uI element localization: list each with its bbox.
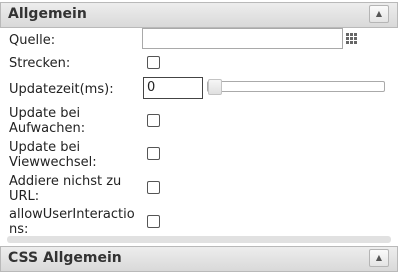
add-nocache-label-line2: URL: — [9, 189, 40, 204]
source-input[interactable] — [142, 28, 343, 49]
source-label: Quelle: — [9, 33, 56, 48]
slider-handle[interactable] — [208, 79, 222, 95]
add-nocache-label: Addiere nichst zu URL: — [9, 174, 121, 204]
section-title: CSS Allgemein — [8, 250, 122, 266]
collapse-button[interactable]: ▲ — [369, 249, 389, 267]
update-on-wake-label-line2: Aufwachen: — [9, 121, 86, 136]
triangle-up-icon: ▲ — [375, 9, 383, 18]
update-on-view-change-label: Update bei Viewwechsel: — [9, 140, 97, 170]
section-header-allgemein[interactable]: Allgemein ▲ — [0, 2, 398, 28]
update-on-wake-label: Update bei Aufwachen: — [9, 106, 85, 136]
section-title: Allgemein — [8, 6, 87, 22]
update-time-input[interactable]: 0 — [143, 77, 203, 99]
collapse-button[interactable]: ▲ — [369, 5, 389, 23]
stretch-checkbox[interactable] — [147, 56, 160, 69]
grid-picker-icon[interactable] — [346, 33, 358, 44]
section-header-css-allgemein[interactable]: CSS Allgemein ▲ — [0, 246, 398, 272]
add-nocache-label-line1: Addiere nichst zu — [9, 174, 122, 189]
update-time-label: Updatezeit(ms): — [9, 82, 114, 97]
triangle-up-icon: ▲ — [375, 253, 383, 262]
update-on-view-change-label-line2: Viewwechsel: — [9, 155, 97, 170]
update-on-view-change-label-line1: Update bei — [9, 140, 81, 155]
allow-user-interactions-label: allowUserInteractio ns: — [9, 207, 135, 237]
stretch-label: Strecken: — [9, 56, 71, 71]
allow-user-interactions-label-line2: ns: — [9, 222, 29, 237]
allow-user-interactions-label-line1: allowUserInteractio — [9, 207, 135, 222]
update-time-slider[interactable] — [207, 79, 385, 95]
horizontal-scrollbar[interactable] — [7, 236, 391, 243]
update-on-wake-label-line1: Update bei — [9, 106, 81, 121]
add-nocache-checkbox[interactable] — [147, 181, 160, 194]
update-on-wake-checkbox[interactable] — [147, 114, 160, 127]
update-on-view-change-checkbox[interactable] — [147, 147, 160, 160]
allow-user-interactions-checkbox[interactable] — [147, 215, 160, 228]
